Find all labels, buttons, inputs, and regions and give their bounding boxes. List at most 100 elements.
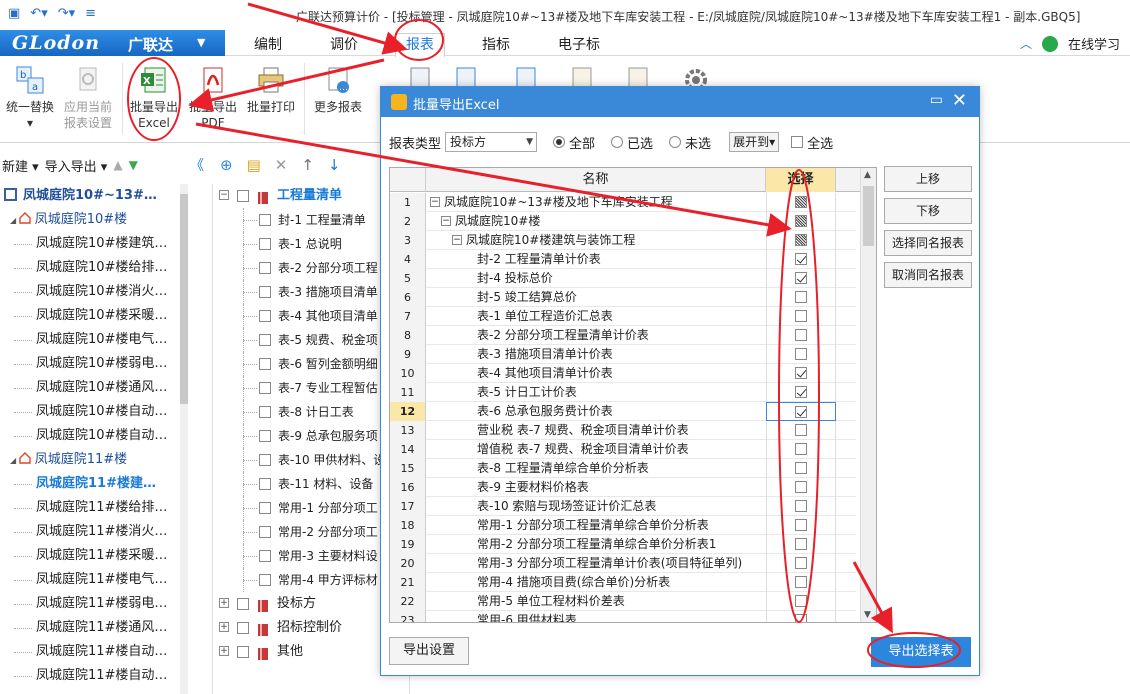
expand-icon[interactable]: + xyxy=(219,598,229,608)
apply-report-settings-button[interactable]: 应用当前 报表设置 xyxy=(58,65,118,131)
maximize-icon[interactable]: ▭ xyxy=(930,92,943,108)
select-checkbox[interactable] xyxy=(795,500,807,512)
more-reports-button[interactable]: … 更多报表 xyxy=(308,65,368,115)
report-checkbox[interactable] xyxy=(259,478,271,490)
new-folder-icon[interactable]: ▤ xyxy=(247,156,261,174)
table-row[interactable]: 2 − 凤城庭院10#楼 xyxy=(390,212,856,231)
tab-adjust[interactable]: 调价 xyxy=(330,34,358,54)
select-checkbox[interactable] xyxy=(795,272,807,284)
collapse-icon[interactable]: − xyxy=(430,197,440,207)
batch-print-button[interactable]: 批量打印 xyxy=(241,65,301,115)
select-cell[interactable] xyxy=(766,592,836,611)
report-checkbox[interactable] xyxy=(259,310,271,322)
new-button[interactable]: 新建 ▾ xyxy=(2,156,39,175)
table-row[interactable]: 16 表-9 主要材料价格表 xyxy=(390,478,856,497)
select-checkbox[interactable] xyxy=(795,462,807,474)
select-cell[interactable] xyxy=(766,554,836,573)
category-checkbox[interactable] xyxy=(237,622,249,634)
tree-unit[interactable]: 凤城庭院10#楼自动… xyxy=(0,424,180,448)
tree-unit[interactable]: 凤城庭院11#楼消火… xyxy=(0,520,180,544)
select-checkbox[interactable] xyxy=(795,443,807,455)
select-cell[interactable] xyxy=(766,326,836,345)
tree-unit[interactable]: 凤城庭院10#楼给排… xyxy=(0,256,180,280)
select-same-name-button[interactable]: 选择同名报表 xyxy=(884,230,972,256)
select-checkbox[interactable] xyxy=(795,595,807,607)
select-checkbox[interactable] xyxy=(795,253,807,265)
tree-unit[interactable]: 凤城庭院10#楼电气… xyxy=(0,328,180,352)
select-cell[interactable] xyxy=(766,231,836,250)
online-learning-link[interactable]: 在线学习 xyxy=(1068,34,1120,53)
report-checkbox[interactable] xyxy=(259,574,271,586)
tree-unit[interactable]: 凤城庭院10#楼采暖… xyxy=(0,304,180,328)
move-up-icon[interactable]: ↑ xyxy=(301,156,314,174)
collapse-icon[interactable]: − xyxy=(441,216,451,226)
table-row[interactable]: 1− 凤城庭院10#~13#楼及地下车库安装工程 xyxy=(390,193,856,212)
expand-arrow-icon[interactable]: ◢ xyxy=(10,456,19,465)
category-checkbox[interactable] xyxy=(237,646,249,658)
tab-e-bid[interactable]: 电子标 xyxy=(558,34,600,54)
select-checkbox[interactable] xyxy=(795,576,807,588)
unified-replace-button[interactable]: ba 统一替换 ▾ xyxy=(0,65,60,131)
table-row[interactable]: 9 表-3 措施项目清单计价表 xyxy=(390,345,856,364)
brand-menu[interactable]: GLodon 广联达 ▼ xyxy=(0,30,225,56)
select-checkbox[interactable] xyxy=(795,386,807,398)
tree-building[interactable]: ◢ 凤城庭院10#楼 xyxy=(0,208,180,232)
table-row[interactable]: 7 表-1 单位工程造价汇总表 xyxy=(390,307,856,326)
report-checkbox[interactable] xyxy=(259,454,271,466)
collapse-panel-icon[interactable]: 《 xyxy=(190,155,204,175)
report-checkbox[interactable] xyxy=(259,502,271,514)
table-row[interactable]: 8 表-2 分部分项工程量清单计价表 xyxy=(390,326,856,345)
tree-unit[interactable]: 凤城庭院11#楼建… xyxy=(0,472,180,496)
tree-unit[interactable]: 凤城庭院11#楼自动… xyxy=(0,664,180,688)
table-row[interactable]: 4 封-2 工程量清单计价表 xyxy=(390,250,856,269)
report-checkbox[interactable] xyxy=(259,526,271,538)
select-cell[interactable] xyxy=(766,516,836,535)
tree-building[interactable]: ◢ 凤城庭院11#楼 xyxy=(0,448,180,472)
table-row[interactable]: 13 营业税 表-7 规费、税金项目清单计价表 xyxy=(390,421,856,440)
report-checkbox[interactable] xyxy=(259,406,271,418)
expand-to-button[interactable]: 展开到▾ xyxy=(729,132,780,152)
report-checkbox[interactable] xyxy=(259,550,271,562)
select-checkbox[interactable] xyxy=(795,196,807,208)
tree-unit[interactable]: 凤城庭院11#楼弱电… xyxy=(0,592,180,616)
import-export-button[interactable]: 导入导出 ▾ xyxy=(45,156,108,175)
select-checkbox[interactable] xyxy=(795,367,807,379)
select-cell[interactable] xyxy=(766,440,836,459)
select-checkbox[interactable] xyxy=(795,481,807,493)
tree-unit[interactable]: 凤城庭院11#楼自动… xyxy=(0,640,180,664)
collapse-icon[interactable]: − xyxy=(219,190,229,200)
expand-icon[interactable]: + xyxy=(219,622,229,632)
table-row[interactable]: 11 表-5 计日工计价表 xyxy=(390,383,856,402)
select-cell[interactable] xyxy=(766,573,836,592)
redo-icon[interactable]: ↷▾ xyxy=(58,6,75,21)
select-cell[interactable] xyxy=(766,459,836,478)
select-checkbox[interactable] xyxy=(795,406,807,418)
delete-icon[interactable]: ✕ xyxy=(275,156,288,174)
close-icon[interactable]: ✕ xyxy=(952,90,967,111)
select-checkbox[interactable] xyxy=(795,348,807,360)
customize-icon[interactable]: ≡ xyxy=(85,6,96,21)
export-settings-button[interactable]: 导出设置 xyxy=(389,637,469,665)
grid-scrollbar[interactable]: ▲ ▼ xyxy=(860,168,876,622)
report-checkbox[interactable] xyxy=(259,358,271,370)
radio-all[interactable] xyxy=(553,136,566,148)
tree-unit[interactable]: 凤城庭院10#楼自动… xyxy=(0,400,180,424)
select-all-checkbox[interactable] xyxy=(791,136,804,148)
report-checkbox[interactable] xyxy=(259,286,271,298)
select-checkbox[interactable] xyxy=(795,291,807,303)
select-cell[interactable] xyxy=(766,250,836,269)
select-cell[interactable] xyxy=(766,383,836,402)
report-checkbox[interactable] xyxy=(259,382,271,394)
report-type-select[interactable]: 投标方 ▼ xyxy=(445,132,538,152)
category-checkbox[interactable] xyxy=(237,598,249,610)
table-row[interactable]: 5 封-4 投标总价 xyxy=(390,269,856,288)
tree-unit[interactable]: 凤城庭院11#楼采暖… xyxy=(0,544,180,568)
select-checkbox[interactable] xyxy=(795,329,807,341)
select-cell[interactable] xyxy=(766,269,836,288)
table-row[interactable]: 17 表-10 索赔与现场签证计价汇总表 xyxy=(390,497,856,516)
collapse-icon[interactable]: − xyxy=(452,235,462,245)
select-cell[interactable] xyxy=(766,212,836,231)
select-cell[interactable] xyxy=(766,535,836,554)
batch-export-excel-button[interactable]: X 批量导出 Excel xyxy=(124,65,184,131)
scroll-up-icon[interactable]: ▲ xyxy=(864,170,871,180)
